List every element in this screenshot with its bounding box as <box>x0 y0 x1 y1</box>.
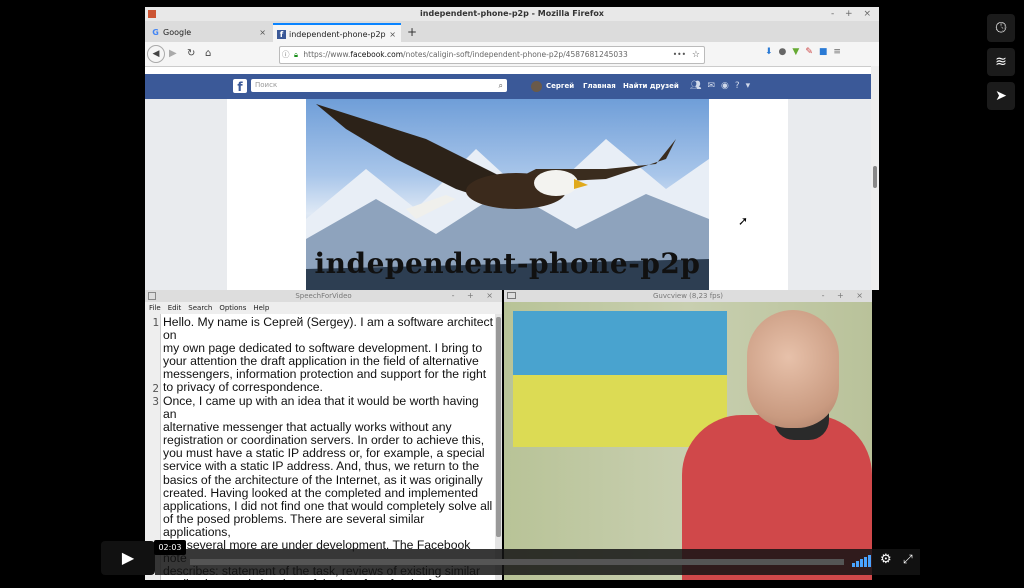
home-button[interactable]: ⌂ <box>205 46 211 62</box>
info-icon[interactable]: ⓘ <box>282 47 291 63</box>
tab-strip: G Google × f independent-phone-p2p × + <box>145 21 879 42</box>
profile-link[interactable]: Сергей <box>531 79 574 93</box>
progress-bar[interactable] <box>190 559 844 565</box>
close-tab-icon[interactable]: × <box>259 23 266 42</box>
text-paragraph[interactable]: Hello. My name is Сергей (Sergey). I am … <box>163 315 493 395</box>
play-icon: ▶ <box>121 548 135 567</box>
line-number: 2 <box>152 382 159 395</box>
extension-icon[interactable]: ✎ <box>805 47 819 57</box>
note-banner-image: independent-phone-p2p <box>306 99 709 290</box>
speech-editor-window: SpeechForVideo - + × File Edit Search Optio… <box>145 290 502 580</box>
friend-requests-icon[interactable]: 👥︎ <box>690 81 707 91</box>
settings-gear-icon[interactable]: ⚙ <box>880 552 892 567</box>
menu-file[interactable]: File <box>149 304 161 312</box>
facebook-search-input[interactable]: Поиск ⌕ <box>251 79 507 92</box>
collections-layers-icon[interactable]: ≋ <box>987 48 1015 76</box>
facebook-header: f Поиск ⌕ Сергей Главная Найти друзей 👥︎… <box>145 74 871 99</box>
editor-scrollbar[interactable] <box>495 314 502 580</box>
editor-app-icon <box>148 292 156 300</box>
mouse-cursor-icon: ➚ <box>738 214 749 228</box>
facebook-notification-icons[interactable]: 👥︎✉◉?▾ <box>690 79 756 93</box>
url-domain: facebook.com <box>350 50 404 59</box>
firefox-window: independent-phone-p2p - Mozilla Firefox … <box>145 7 879 290</box>
scroll-thumb[interactable] <box>496 317 501 537</box>
home-link[interactable]: Главная <box>583 79 616 93</box>
menu-options[interactable]: Options <box>219 304 246 312</box>
editor-title: SpeechForVideo <box>295 292 352 300</box>
camera-title: Guvcview (8,23 fps) <box>652 292 724 300</box>
window-controls[interactable]: - + × <box>452 290 498 302</box>
search-placeholder: Поиск <box>255 81 278 89</box>
search-icon[interactable]: ⌕ <box>499 79 503 92</box>
tab-label: independent-phone-p2p <box>289 30 386 39</box>
url-bar[interactable]: ⓘ 🔒︎ https://www.facebook.com/notes/calig… <box>279 46 705 64</box>
window-titlebar: independent-phone-p2p - Mozilla Firefox … <box>145 7 879 21</box>
scroll-thumb[interactable] <box>873 166 877 188</box>
person-head <box>747 310 839 428</box>
camera-app-icon <box>507 292 516 299</box>
menu-help[interactable]: Help <box>253 304 269 312</box>
facebook-logo[interactable]: f <box>233 79 247 94</box>
find-friends-link[interactable]: Найти друзей <box>623 79 679 93</box>
forward-button[interactable]: ▶ <box>169 46 177 62</box>
lock-icon: 🔒︎ <box>294 50 298 59</box>
chevron-down-icon[interactable]: ▾ <box>746 81 757 91</box>
tab-google[interactable]: G Google × <box>147 23 271 42</box>
back-button[interactable]: ◀ <box>147 45 165 63</box>
fullscreen-icon[interactable]: ⤢ <box>903 552 913 567</box>
editor-menubar: File Edit Search Options Help <box>145 302 502 314</box>
page-scrollbar[interactable] <box>871 66 879 290</box>
bookmark-star-icon[interactable]: ☆ <box>692 47 700 63</box>
url-path: /notes/caligin-soft/independent-phone-p2… <box>403 50 628 59</box>
camera-view-window: Guvcview (8,23 fps) - + × <box>504 290 872 580</box>
flag-blue-stripe <box>513 311 727 375</box>
tab-independent-phone-p2p[interactable]: f independent-phone-p2p × <box>273 23 401 42</box>
current-time: 02:03 <box>154 540 186 555</box>
share-send-icon[interactable]: ➤ <box>987 82 1015 110</box>
extension-icon[interactable]: ▼ <box>792 47 805 57</box>
camera-titlebar: Guvcview (8,23 fps) - + × <box>504 290 872 302</box>
user-name: Сергей <box>546 82 575 90</box>
editor-text-area[interactable]: 1 2 3 Hello. My name is Сергей (Sergey).… <box>145 314 495 580</box>
watch-later-clock-icon[interactable]: 🕓︎ <box>987 14 1015 42</box>
tab-label: Google <box>163 28 192 37</box>
url-prefix: https://www. <box>303 50 351 59</box>
navigation-toolbar: ◀ ▶ ↻ ⌂ ⓘ 🔒︎ https://www.facebook.com/not… <box>145 42 879 67</box>
menu-icon[interactable]: ≡ <box>833 47 847 57</box>
new-tab-button[interactable]: + <box>407 23 417 42</box>
window-controls[interactable]: - + × <box>831 7 875 21</box>
help-icon[interactable]: ? <box>735 81 746 91</box>
messages-icon[interactable]: ✉ <box>707 81 721 91</box>
avatar <box>531 80 542 92</box>
notifications-icon[interactable]: ◉ <box>721 81 735 91</box>
menu-edit[interactable]: Edit <box>168 304 182 312</box>
google-icon: G <box>152 28 159 37</box>
firefox-app-icon <box>148 10 156 18</box>
banner-title: independent-phone-p2p <box>314 247 701 280</box>
reload-button[interactable]: ↻ <box>187 46 195 62</box>
download-icon[interactable]: ⬇ <box>765 47 779 57</box>
editor-titlebar: SpeechForVideo - + × <box>145 290 502 302</box>
window-controls[interactable]: - + × <box>822 290 868 302</box>
volume-icon[interactable] <box>852 553 874 567</box>
line-number: 1 <box>152 316 159 329</box>
menu-search[interactable]: Search <box>188 304 212 312</box>
play-button[interactable]: ▶ <box>101 541 155 575</box>
toolbar-extension-icons[interactable]: ⬇●▼✎■≡ <box>765 47 847 57</box>
extension-icon[interactable]: ■ <box>819 47 834 57</box>
page-actions-icon[interactable]: ••• <box>673 47 686 63</box>
window-title: independent-phone-p2p - Mozilla Firefox <box>420 9 604 18</box>
facebook-icon: f <box>277 30 286 39</box>
line-number: 3 <box>152 395 159 408</box>
extension-icon[interactable]: ● <box>779 47 793 57</box>
